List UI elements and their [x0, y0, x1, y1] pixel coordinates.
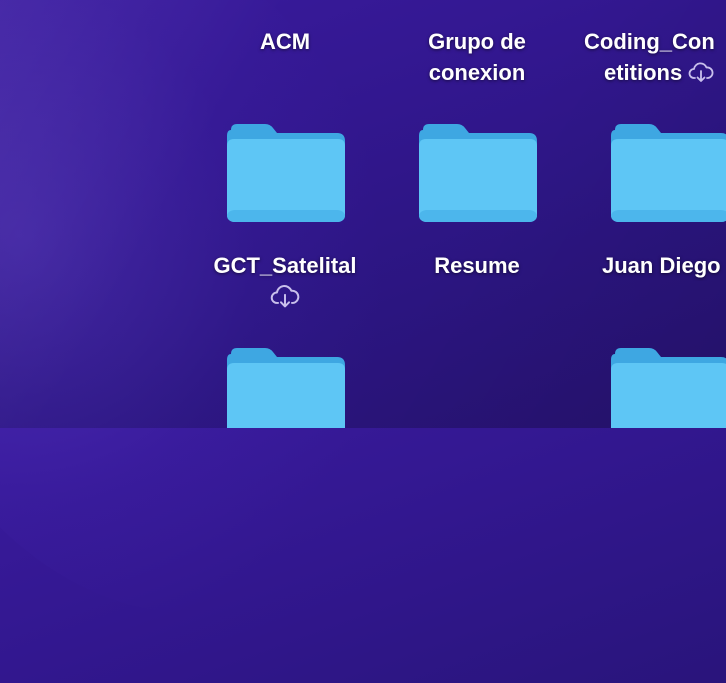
item-label-line1: Coding_Con [584, 29, 715, 54]
desktop-item-gct-satelital[interactable]: GCT_Satelital [190, 250, 380, 314]
desktop-item-juan-diego[interactable]: Juan Diego [574, 250, 726, 281]
item-label: Juan Diego [602, 253, 721, 278]
desktop-item-coding-competitions[interactable]: Coding_Con etitions [574, 26, 726, 91]
cloud-download-icon[interactable] [688, 60, 714, 91]
folder-icon[interactable] [611, 124, 726, 222]
desktop-item-grupo-de-conexion[interactable]: Grupo de conexion [382, 26, 572, 88]
item-label-line2: conexion [428, 60, 526, 85]
folder-icon[interactable] [419, 124, 537, 222]
item-label: Resume [434, 253, 520, 278]
item-label-line2: etitions [604, 60, 683, 85]
item-label-line1: Grupo de [428, 29, 526, 54]
desktop-item-acm[interactable]: ACM [190, 26, 380, 57]
folder-icon[interactable] [227, 124, 345, 222]
item-label: GCT_Satelital [213, 253, 357, 278]
folder-icon[interactable] [227, 348, 345, 428]
wallpaper-highlight [0, 0, 496, 683]
item-label: ACM [259, 29, 311, 54]
cloud-download-icon[interactable] [270, 283, 300, 314]
folder-icon[interactable] [611, 348, 726, 428]
desktop-item-resume[interactable]: Resume [382, 250, 572, 281]
